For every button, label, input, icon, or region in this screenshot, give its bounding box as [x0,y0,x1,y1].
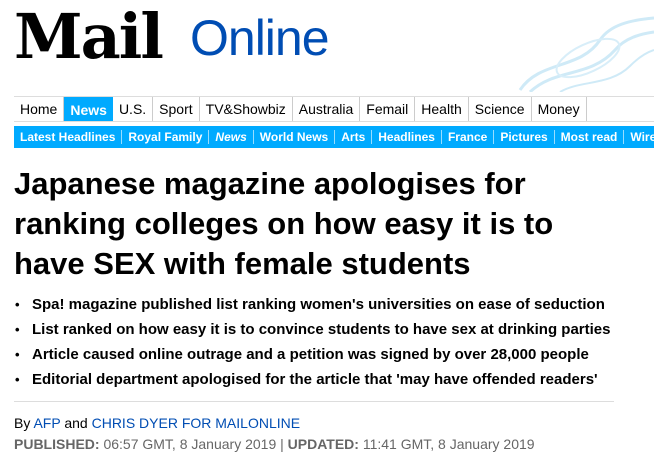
subnav-item-most-read[interactable]: Most read [555,130,625,144]
nav-item-tv-showbiz[interactable]: TV&Showbiz [200,97,293,121]
subnav-item-wires[interactable]: Wires [624,130,654,144]
author-link-afp[interactable]: AFP [33,415,60,431]
summary-bullet: Spa! magazine published list ranking wom… [14,292,644,317]
secondary-nav: Latest Headlines Royal Family News World… [14,126,654,148]
nav-item-news[interactable]: News [64,97,113,121]
subnav-item-arts[interactable]: Arts [335,130,373,144]
masthead: Mail Online [0,0,654,92]
nav-item-health[interactable]: Health [415,97,469,121]
updated-label: UPDATED: [287,436,359,452]
published-label: PUBLISHED: [14,436,100,452]
divider [14,401,614,402]
subnav-item-royal-family[interactable]: Royal Family [122,130,210,144]
nav-item-money[interactable]: Money [532,97,587,121]
subnav-item-headlines[interactable]: Headlines [372,130,442,144]
summary-bullet: Editorial department apologised for the … [14,367,644,392]
subnav-item-world-news[interactable]: World News [254,130,336,144]
subnav-item-latest-headlines[interactable]: Latest Headlines [14,130,123,144]
summary-bullet: List ranked on how easy it is to convinc… [14,317,644,342]
byline-conjunction: and [64,415,88,431]
nav-item-science[interactable]: Science [469,97,532,121]
article-headline: Japanese magazine apologises for ranking… [14,166,554,281]
subnav-item-pictures[interactable]: Pictures [494,130,555,144]
updated-date: 11:41 GMT, 8 January 2019 [362,436,535,452]
subnav-item-france[interactable]: France [442,130,495,144]
nav-item-us[interactable]: U.S. [113,97,154,121]
logo-mail[interactable]: Mail [14,6,164,68]
nav-item-sport[interactable]: Sport [153,97,200,121]
byline-prefix: By [14,415,31,431]
article-dates: PUBLISHED: 06:57 GMT, 8 January 2019 | U… [14,436,535,452]
subnav-item-news[interactable]: News [209,130,254,144]
nav-item-femail[interactable]: Femail [360,97,416,121]
logo-online[interactable]: Online [190,13,330,63]
nav-item-australia[interactable]: Australia [293,97,361,121]
date-separator: | [280,436,284,452]
masthead-decoration-icon [518,16,654,92]
summary-bullet: Article caused online outrage and a peti… [14,342,644,367]
article-summary-bullets: Spa! magazine published list ranking wom… [14,292,644,392]
author-link-chris-dyer[interactable]: CHRIS DYER FOR MAILONLINE [92,415,300,431]
published-date: 06:57 GMT, 8 January 2019 [103,436,277,452]
byline: By AFP and CHRIS DYER FOR MAILONLINE [14,415,300,431]
primary-nav: Home News U.S. Sport TV&Showbiz Australi… [14,96,654,122]
nav-item-home[interactable]: Home [14,97,65,121]
